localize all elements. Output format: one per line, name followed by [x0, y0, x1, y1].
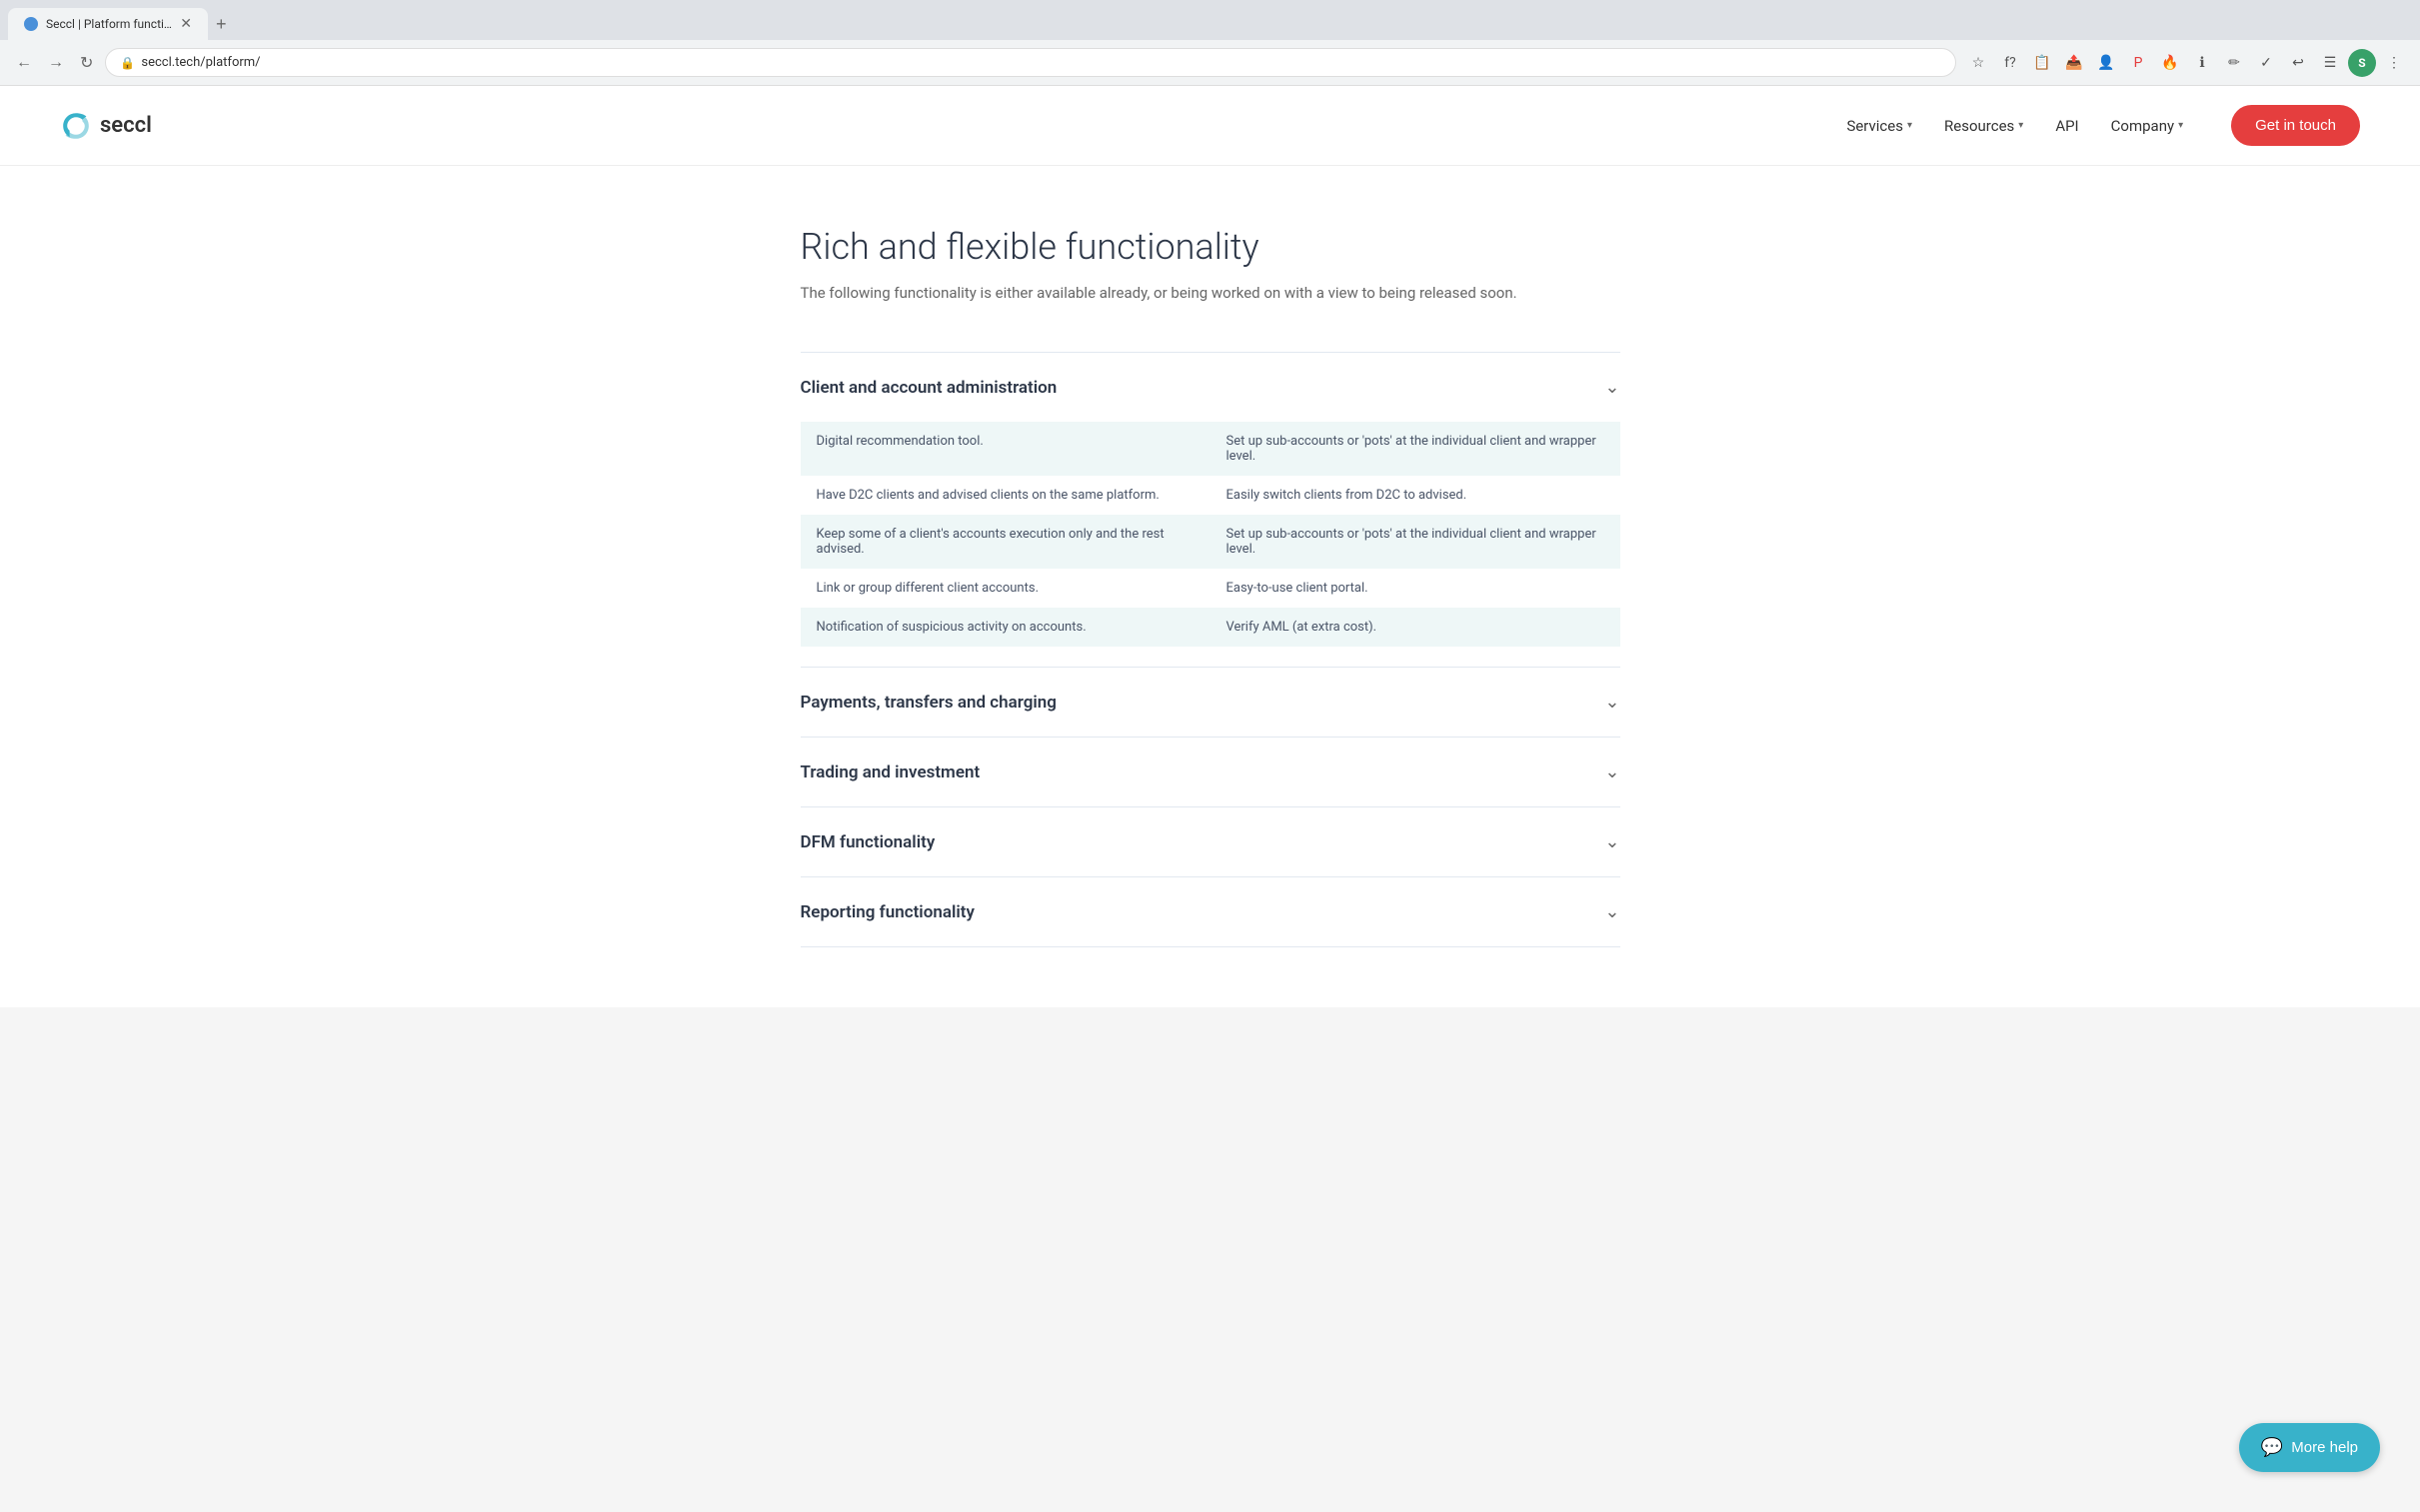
ext-icon-4[interactable]: 👤: [2092, 49, 2120, 77]
ext-icon-9[interactable]: ↩: [2284, 49, 2312, 77]
browser-toolbar: ← → ↻ 🔒 seccl.tech/platform/ ☆ f? 📋 📤 👤 …: [0, 40, 2420, 85]
ext-icon-3[interactable]: 📤: [2060, 49, 2088, 77]
nav-api[interactable]: API: [2055, 117, 2078, 135]
accordion-item-dfm: DFM functionality ⌄: [801, 807, 1620, 877]
chat-icon: 💬: [2261, 1437, 2283, 1458]
accordion-item-reporting: Reporting functionality ⌄: [801, 877, 1620, 947]
accordion-header-reporting[interactable]: Reporting functionality ⌄: [801, 877, 1620, 946]
accordion-title-payments: Payments, transfers and charging: [801, 693, 1057, 713]
new-tab-button[interactable]: +: [208, 10, 235, 39]
accordion-chevron-reporting: ⌄: [1604, 901, 1619, 922]
logo-icon: [60, 110, 92, 142]
features-grid: Digital recommendation tool. Set up sub-…: [801, 422, 1620, 647]
accordion-chevron-trading: ⌄: [1604, 761, 1619, 782]
accordion-header-dfm[interactable]: DFM functionality ⌄: [801, 807, 1620, 876]
accordion-title-reporting: Reporting functionality: [801, 902, 975, 922]
lock-icon: 🔒: [120, 56, 135, 70]
feature-cell: Set up sub-accounts or 'pots' at the ind…: [1210, 515, 1620, 569]
tab-close-button[interactable]: ✕: [180, 16, 192, 32]
active-tab[interactable]: Seccl | Platform functionality, ✕: [8, 8, 208, 40]
company-chevron-icon: ▾: [2178, 120, 2183, 131]
nav-company[interactable]: Company ▾: [2111, 117, 2183, 135]
more-help-label: More help: [2291, 1439, 2358, 1456]
accordion-chevron-payments: ⌄: [1604, 692, 1619, 713]
feature-cell: Keep some of a client's accounts executi…: [801, 515, 1210, 569]
tab-favicon: [24, 17, 38, 31]
nav-services[interactable]: Services ▾: [1846, 117, 1912, 135]
toolbar-icons: ☆ f? 📋 📤 👤 P 🔥 ℹ ✏ ✓ ↩ ☰ S ⋮: [1964, 49, 2408, 77]
ext-icon-8[interactable]: ✓: [2252, 49, 2280, 77]
tab-title: Seccl | Platform functionality,: [46, 17, 172, 31]
reload-button[interactable]: ↻: [76, 49, 97, 77]
feature-cell: Easy-to-use client portal.: [1210, 569, 1620, 608]
website: seccl Services ▾ Resources ▾ API Company…: [0, 86, 2420, 1007]
navigation: seccl Services ▾ Resources ▾ API Company…: [0, 86, 2420, 166]
accordion-header-client-admin[interactable]: Client and account administration ⌄: [801, 353, 1620, 422]
feature-cell: Link or group different client accounts.: [801, 569, 1210, 608]
accordion-header-trading[interactable]: Trading and investment ⌄: [801, 738, 1620, 806]
page-title: Rich and flexible functionality: [801, 226, 1620, 268]
forward-button[interactable]: →: [44, 50, 68, 76]
pinterest-icon[interactable]: P: [2124, 49, 2152, 77]
services-chevron-icon: ▾: [1907, 120, 1912, 131]
accordion-title-client-admin: Client and account administration: [801, 378, 1058, 398]
nav-resources[interactable]: Resources ▾: [1944, 117, 2023, 135]
feature-cell: Have D2C clients and advised clients on …: [801, 476, 1210, 515]
feature-cell: Set up sub-accounts or 'pots' at the ind…: [1210, 422, 1620, 476]
ext-icon-5[interactable]: 🔥: [2156, 49, 2184, 77]
feature-cell: Notification of suspicious activity on a…: [801, 608, 1210, 647]
get-in-touch-button[interactable]: Get in touch: [2231, 105, 2360, 146]
logo[interactable]: seccl: [60, 110, 152, 142]
bookmark-icon[interactable]: ☆: [1964, 49, 1992, 77]
accordion-chevron-dfm: ⌄: [1604, 831, 1619, 852]
main-content: Rich and flexible functionality The foll…: [761, 166, 1660, 1007]
nav-links: Services ▾ Resources ▾ API Company ▾ Get…: [1846, 105, 2360, 146]
feature-cell: Digital recommendation tool.: [801, 422, 1210, 476]
accordion-item-client-admin: Client and account administration ⌄ Digi…: [801, 353, 1620, 668]
resources-chevron-icon: ▾: [2018, 120, 2023, 131]
accordion-item-trading: Trading and investment ⌄: [801, 738, 1620, 807]
accordion-title-dfm: DFM functionality: [801, 832, 936, 852]
address-bar[interactable]: 🔒 seccl.tech/platform/: [105, 48, 1956, 77]
more-help-button[interactable]: 💬 More help: [2239, 1423, 2380, 1472]
back-button[interactable]: ←: [12, 50, 36, 76]
profile-icon[interactable]: S: [2348, 49, 2376, 77]
menu-icon[interactable]: ⋮: [2380, 49, 2408, 77]
ext-icon-2[interactable]: 📋: [2028, 49, 2056, 77]
accordion-header-payments[interactable]: Payments, transfers and charging ⌄: [801, 668, 1620, 737]
accordion-item-payments: Payments, transfers and charging ⌄: [801, 668, 1620, 738]
feature-cell: Easily switch clients from D2C to advise…: [1210, 476, 1620, 515]
ext-icon-1[interactable]: f?: [1996, 49, 2024, 77]
accordion: Client and account administration ⌄ Digi…: [801, 352, 1620, 947]
page-subtitle: The following functionality is either av…: [801, 284, 1620, 302]
ext-icon-10[interactable]: ☰: [2316, 49, 2344, 77]
accordion-title-trading: Trading and investment: [801, 762, 981, 782]
ext-icon-6[interactable]: ℹ: [2188, 49, 2216, 77]
url-text: seccl.tech/platform/: [141, 55, 260, 70]
accordion-chevron-client-admin: ⌄: [1604, 377, 1619, 398]
feature-cell: Verify AML (at extra cost).: [1210, 608, 1620, 647]
ext-icon-7[interactable]: ✏: [2220, 49, 2248, 77]
browser-tabs: Seccl | Platform functionality, ✕ +: [0, 0, 2420, 40]
browser-frame: Seccl | Platform functionality, ✕ + ← → …: [0, 0, 2420, 86]
logo-text: seccl: [100, 113, 152, 138]
accordion-content-client-admin: Digital recommendation tool. Set up sub-…: [801, 422, 1620, 667]
